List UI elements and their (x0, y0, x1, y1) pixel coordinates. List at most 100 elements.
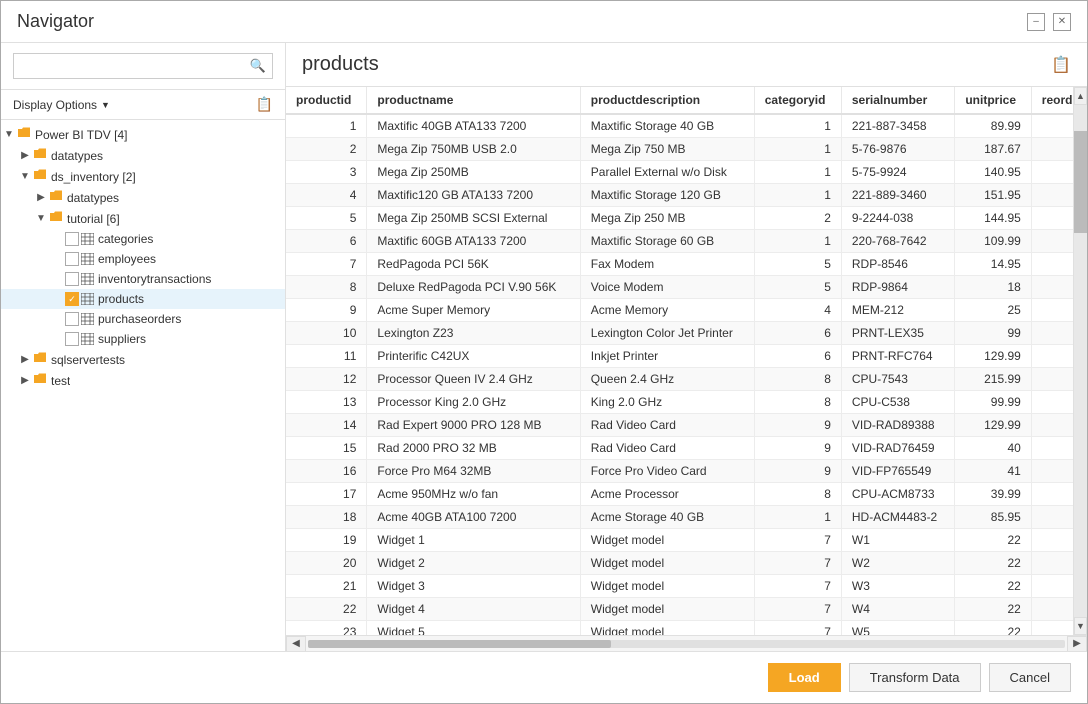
tree-checkbox[interactable] (65, 272, 79, 286)
table-row[interactable]: 18Acme 40GB ATA100 7200Acme Storage 40 G… (286, 506, 1087, 529)
close-button[interactable]: ✕ (1053, 13, 1071, 31)
table-row[interactable]: 23Widget 5Widget model7W522 (286, 621, 1087, 636)
load-button[interactable]: Load (768, 663, 841, 692)
tree-checkbox[interactable] (65, 252, 79, 266)
scroll-up-button[interactable]: ▲ (1074, 87, 1087, 105)
tree-item-products[interactable]: ✓products (1, 289, 285, 309)
table-cell: Force Pro M64 32MB (367, 460, 580, 483)
table-row[interactable]: 4Maxtific120 GB ATA133 7200Maxtific Stor… (286, 184, 1087, 207)
table-cell: 25 (955, 299, 1031, 322)
search-icon[interactable]: 🔍 (244, 54, 272, 78)
display-options-button[interactable]: Display Options ▼ (13, 98, 110, 112)
table-row[interactable]: 3Mega Zip 250MBParallel External w/o Dis… (286, 161, 1087, 184)
table-row[interactable]: 22Widget 4Widget model7W422 (286, 598, 1087, 621)
transform-data-button[interactable]: Transform Data (849, 663, 981, 692)
tree-item-ds_inventory[interactable]: ▼ ds_inventory [2] (1, 166, 285, 187)
table-cell: 1 (754, 161, 841, 184)
table-cell: Lexington Color Jet Printer (580, 322, 754, 345)
tree-item-purchaseorders[interactable]: purchaseorders (1, 309, 285, 329)
scroll-down-button[interactable]: ▼ (1074, 617, 1087, 635)
table-row[interactable]: 15Rad 2000 PRO 32 MBRad Video Card9VID-R… (286, 437, 1087, 460)
tree-toggle[interactable]: ▶ (17, 150, 33, 161)
tree-item-inventorytransactions[interactable]: inventorytransactions (1, 269, 285, 289)
horizontal-scrollbar[interactable]: ◀ ▶ (286, 635, 1087, 651)
tree-toggle[interactable]: ▼ (17, 171, 33, 182)
tree-item-label: ds_inventory [2] (51, 170, 136, 184)
tree-checkbox[interactable] (65, 232, 79, 246)
content-panel: products 📋 productidproductnameproductde… (286, 43, 1087, 651)
table-row[interactable]: 6Maxtific 60GB ATA133 7200Maxtific Stora… (286, 230, 1087, 253)
tree-item-employees[interactable]: employees (1, 249, 285, 269)
table-cell: Widget model (580, 552, 754, 575)
tree-item-categories[interactable]: categories (1, 229, 285, 249)
sidebar-export-icon[interactable]: 📋 (256, 96, 273, 113)
tree-item-datatypes1[interactable]: ▶datatypes (1, 145, 285, 166)
table-row[interactable]: 17Acme 950MHz w/o fanAcme Processor8CPU-… (286, 483, 1087, 506)
table-row[interactable]: 5Mega Zip 250MB SCSI ExternalMega Zip 25… (286, 207, 1087, 230)
column-header-categoryid: categoryid (754, 87, 841, 114)
tree-toggle[interactable]: ▶ (17, 375, 33, 386)
tree-item-sqlservertests[interactable]: ▶sqlservertests (1, 349, 285, 370)
table-cell: 8 (754, 391, 841, 414)
table-cell: 7 (754, 575, 841, 598)
search-box[interactable]: 🔍 (13, 53, 273, 79)
tree-item-suppliers[interactable]: suppliers (1, 329, 285, 349)
scroll-right-button[interactable]: ▶ (1067, 636, 1087, 652)
table-cell: W4 (841, 598, 954, 621)
table-row[interactable]: 9Acme Super MemoryAcme Memory4MEM-21225 (286, 299, 1087, 322)
tree-item-datatypes2[interactable]: ▶datatypes (1, 187, 285, 208)
table-cell: RDP-8546 (841, 253, 954, 276)
table-cell: Acme Processor (580, 483, 754, 506)
cancel-button[interactable]: Cancel (989, 663, 1071, 692)
table-cell: 7 (754, 598, 841, 621)
hscroll-thumb[interactable] (308, 640, 611, 648)
tree-checkbox[interactable] (65, 312, 79, 326)
scroll-track[interactable] (1074, 105, 1087, 617)
table-row[interactable]: 19Widget 1Widget model7W122 (286, 529, 1087, 552)
table-cell: 1 (754, 230, 841, 253)
table-row[interactable]: 11Printerific C42UXInkjet Printer6PRNT-R… (286, 345, 1087, 368)
tree-toggle[interactable]: ▼ (1, 129, 17, 140)
tree-item-label: categories (98, 232, 153, 246)
tree-checkbox[interactable] (65, 332, 79, 346)
table-row[interactable]: 12Processor Queen IV 2.4 GHzQueen 2.4 GH… (286, 368, 1087, 391)
tree-checkbox[interactable]: ✓ (65, 292, 79, 306)
table-row[interactable]: 7RedPagoda PCI 56KFax Modem5RDP-854614.9… (286, 253, 1087, 276)
table-row[interactable]: 14Rad Expert 9000 PRO 128 MBRad Video Ca… (286, 414, 1087, 437)
table-cell: Maxtific Storage 120 GB (580, 184, 754, 207)
table-row[interactable]: 1Maxtific 40GB ATA133 7200Maxtific Stora… (286, 114, 1087, 138)
table-cell: 5-76-9876 (841, 138, 954, 161)
minimize-button[interactable]: – (1027, 13, 1045, 31)
tree-item-tutorial[interactable]: ▼tutorial [6] (1, 208, 285, 229)
hscroll-track[interactable] (308, 640, 1065, 648)
tree-item-test[interactable]: ▶test (1, 370, 285, 391)
tree-toggle[interactable]: ▼ (33, 213, 49, 224)
table-row[interactable]: 2Mega Zip 750MB USB 2.0Mega Zip 750 MB15… (286, 138, 1087, 161)
tree-item-label: Power BI TDV [4] (35, 128, 127, 142)
table-cell: Lexington Z23 (367, 322, 580, 345)
table-icon (81, 333, 94, 345)
table-cell: CPU-ACM8733 (841, 483, 954, 506)
tree-item-powerbi[interactable]: ▼ Power BI TDV [4] (1, 124, 285, 145)
content-export-icon[interactable]: 📋 (1051, 55, 1071, 75)
table-cell: 4 (754, 299, 841, 322)
table-cell: Fax Modem (580, 253, 754, 276)
table-cell: Acme Memory (580, 299, 754, 322)
table-row[interactable]: 8Deluxe RedPagoda PCI V.90 56KVoice Mode… (286, 276, 1087, 299)
data-table-container[interactable]: productidproductnameproductdescriptionca… (286, 87, 1087, 635)
scroll-left-button[interactable]: ◀ (286, 636, 306, 652)
table-row[interactable]: 20Widget 2Widget model7W222 (286, 552, 1087, 575)
table-row[interactable]: 16Force Pro M64 32MBForce Pro Video Card… (286, 460, 1087, 483)
table-cell: 187.67 (955, 138, 1031, 161)
table-row[interactable]: 21Widget 3Widget model7W322 (286, 575, 1087, 598)
scroll-thumb[interactable] (1074, 131, 1087, 233)
table-cell: 17 (286, 483, 367, 506)
tree-toggle[interactable]: ▶ (33, 192, 49, 203)
table-row[interactable]: 10Lexington Z23Lexington Color Jet Print… (286, 322, 1087, 345)
table-cell: 99 (955, 322, 1031, 345)
search-input[interactable] (14, 55, 244, 77)
table-row[interactable]: 13Processor King 2.0 GHzKing 2.0 GHz8CPU… (286, 391, 1087, 414)
table-cell: 99.99 (955, 391, 1031, 414)
tree-toggle[interactable]: ▶ (17, 354, 33, 365)
vertical-scrollbar[interactable]: ▲ ▼ (1073, 87, 1087, 635)
